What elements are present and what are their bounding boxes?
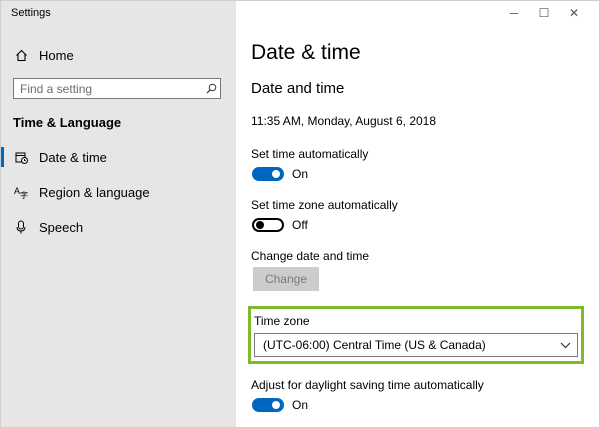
microphone-icon [13,220,29,234]
dst-state: On [292,398,309,412]
set-time-auto-row: On [251,167,308,181]
search-icon[interactable] [202,83,220,94]
home-nav-item[interactable]: Home [13,46,223,64]
toggle-knob [256,221,264,229]
set-time-auto-label: Set time automatically [251,147,369,161]
toggle-knob [272,401,280,409]
main-panel: Date & time Date and time 11:35 AM, Mond… [248,1,599,427]
set-timezone-auto-label: Set time zone automatically [251,198,398,212]
change-button[interactable]: Change [253,267,319,291]
chevron-down-icon [560,338,571,352]
set-time-auto-state: On [292,167,309,181]
time-zone-value: (UTC-06:00) Central Time (US & Canada) [263,338,486,352]
change-date-label: Change date and time [251,249,370,263]
language-icon: A字 [13,185,29,199]
current-datetime: 11:35 AM, Monday, August 6, 2018 [251,114,437,128]
sidebar: Settings Home Time & Language Date & tim… [1,1,236,427]
app-title: Settings [11,7,51,19]
dst-row: On [251,398,308,412]
sidebar-item-date-time[interactable]: Date & time [1,147,228,167]
settings-window: Settings Home Time & Language Date & tim… [0,0,600,428]
calendar-clock-icon [13,151,29,164]
time-zone-highlight: Time zone (UTC-06:00) Central Time (US &… [248,306,584,364]
toggle-knob [272,170,280,178]
search-box[interactable] [13,78,221,99]
page-title: Date & time [251,41,361,64]
set-timezone-auto-toggle[interactable] [252,218,284,232]
sidebar-item-region-language[interactable]: A字 Region & language [13,182,228,202]
home-icon [13,49,29,62]
svg-text:字: 字 [20,190,28,199]
sidebar-item-label: Date & time [39,149,107,165]
sidebar-item-speech[interactable]: Speech [13,217,228,237]
set-time-auto-toggle[interactable] [252,167,284,181]
dst-label: Adjust for daylight saving time automati… [251,378,484,392]
set-timezone-auto-row: Off [251,218,308,232]
dst-toggle[interactable] [252,398,284,412]
sidebar-item-label: Region & language [39,184,150,200]
search-input[interactable] [14,79,202,98]
set-timezone-auto-state: Off [292,218,308,232]
time-zone-dropdown[interactable]: (UTC-06:00) Central Time (US & Canada) [254,333,578,357]
time-zone-label: Time zone [254,314,310,328]
section-title: Date and time [251,80,345,97]
sidebar-section-title: Time & Language [13,115,122,130]
home-label: Home [39,47,74,63]
sidebar-item-label: Speech [39,219,84,235]
